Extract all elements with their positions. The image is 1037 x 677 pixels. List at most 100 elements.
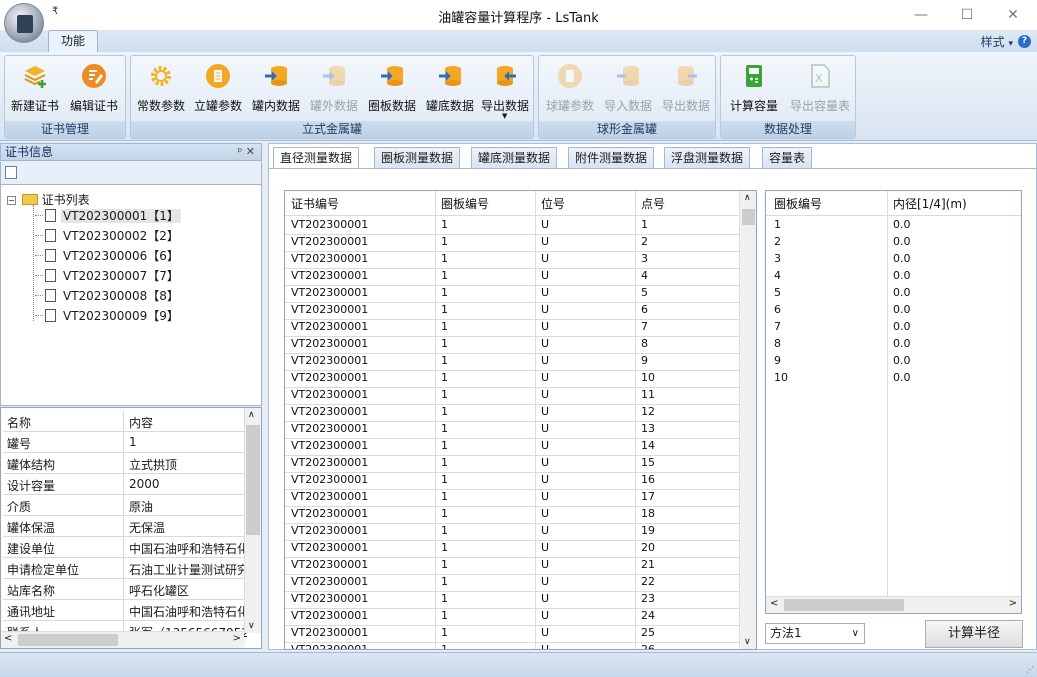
- tab-main-5[interactable]: 容量表: [762, 147, 813, 169]
- scroll-down-icon[interactable]: ∨: [248, 621, 255, 631]
- property-row[interactable]: 罐号 1: [3, 432, 246, 453]
- export-data-button[interactable]: 导出数据 ▼: [477, 60, 533, 120]
- grid1-cell: 24: [641, 609, 655, 622]
- inner-diameter-grid[interactable]: 圈板编号 内径[1/4](m) 1 0.0 2 0.0 3 0.0 4 0.0 5 0.0 6 0.0 7 0…: [765, 190, 1022, 614]
- tree-item-certificate[interactable]: VT202300001【1】: [35, 207, 181, 224]
- tree-item-certificate[interactable]: VT202300009【9】: [35, 307, 181, 324]
- sphere-export-button[interactable]: 导出数据: [657, 60, 715, 120]
- calculate-capacity-button[interactable]: 计算容量: [723, 60, 785, 120]
- scroll-right-icon[interactable]: >: [233, 633, 241, 644]
- scroll-thumb[interactable]: [246, 425, 260, 535]
- grid1-cell: 1: [441, 405, 448, 418]
- grid1-cell: VT202300001: [291, 286, 369, 299]
- scroll-up-icon[interactable]: ∧: [744, 193, 751, 203]
- tab-main-2[interactable]: 罐底测量数据: [471, 147, 558, 169]
- property-row[interactable]: 介质 原油: [3, 495, 246, 516]
- property-row[interactable]: 申请检定单位 石油工业计量测试研究: [3, 558, 247, 579]
- column-divider: [123, 516, 124, 536]
- grid1-vertical-scrollbar[interactable]: ∧ ∨: [739, 191, 756, 649]
- property-value: 呼石化罐区: [129, 584, 190, 598]
- export-capacity-table-button[interactable]: X 导出容量表: [785, 60, 855, 120]
- scroll-thumb[interactable]: [18, 634, 118, 646]
- grid1-cell: VT202300001: [291, 422, 369, 435]
- chevron-down-icon: ∨: [851, 628, 859, 639]
- sphere-import-button[interactable]: 导入数据: [599, 60, 657, 120]
- vertical-tank-params-button[interactable]: 立罐参数: [189, 60, 247, 120]
- property-row[interactable]: 设计容量 2000: [3, 474, 246, 495]
- property-name: 建设单位: [7, 542, 56, 556]
- property-horizontal-scrollbar[interactable]: < >: [1, 631, 244, 648]
- grid2-horizontal-scrollbar[interactable]: < >: [766, 596, 1021, 613]
- property-row[interactable]: 罐体保温 无保温: [3, 516, 246, 537]
- tree-item-certificate[interactable]: VT202300008【8】: [35, 287, 181, 304]
- property-name: 介质: [7, 500, 32, 514]
- scroll-down-icon[interactable]: ∨: [744, 637, 751, 647]
- left-toolbar: [0, 162, 262, 184]
- property-row[interactable]: 罐体结构 立式拱顶: [3, 453, 246, 474]
- property-row[interactable]: 建设单位 中国石油呼和浩特石化: [3, 537, 247, 558]
- resize-grip-icon[interactable]: ⋰: [1026, 665, 1034, 674]
- scroll-thumb[interactable]: [742, 209, 755, 225]
- method-select[interactable]: 方法1 ∨: [765, 623, 865, 644]
- tree-connector: [35, 255, 43, 256]
- help-icon[interactable]: ?: [1018, 35, 1031, 48]
- grid2-cell: 5: [774, 286, 781, 299]
- minimize-button[interactable]: —: [906, 4, 936, 26]
- grid1-cell: U: [541, 371, 550, 384]
- group-certificate-management: 新建证书 编辑证书 证书管理: [4, 55, 126, 139]
- tab-main-0[interactable]: 直径测量数据: [273, 147, 360, 169]
- ring-plate-data-button[interactable]: 圈板数据: [363, 60, 421, 120]
- property-row[interactable]: 站库名称 呼石化罐区: [3, 579, 246, 600]
- property-row[interactable]: 通讯地址 中国石油呼和浩特石化: [3, 600, 247, 621]
- maximize-button[interactable]: ☐: [952, 4, 982, 26]
- grid1-cell: U: [541, 320, 550, 333]
- grid1-cell: 1: [441, 337, 448, 350]
- grid1-cell: 21: [641, 558, 655, 571]
- tree-item-certificate[interactable]: VT202300002【2】: [35, 227, 181, 244]
- database-import-icon: [379, 63, 405, 89]
- tab-main-1[interactable]: 圈板测量数据: [374, 147, 461, 169]
- edit-certificate-button[interactable]: 编辑证书: [65, 60, 123, 120]
- grid2-cell: 0.0: [893, 286, 911, 299]
- tank-outer-data-label: 罐外数据: [309, 99, 358, 113]
- grid1-cell: 1: [441, 439, 448, 452]
- application-menu-button[interactable]: [4, 3, 44, 43]
- diameter-data-grid[interactable]: 证书编号 圈板编号 位号 点号 VT202300001 1 U 1 VT202300001 1 U 2…: [284, 190, 757, 650]
- tab-main-4[interactable]: 浮盘测量数据: [664, 147, 751, 169]
- ribbon-tab-row: [0, 30, 1037, 52]
- tree-item-certificate[interactable]: VT202300007【7】: [35, 267, 181, 284]
- property-value: 立式拱顶: [129, 458, 178, 472]
- tree-item-certificate[interactable]: VT202300006【6】: [35, 247, 181, 264]
- tab-main-3[interactable]: 附件测量数据: [568, 147, 655, 169]
- calculate-radius-button[interactable]: 计算半径: [925, 620, 1023, 648]
- grid1-cell: VT202300001: [291, 337, 369, 350]
- scroll-up-icon[interactable]: ∧: [248, 410, 255, 420]
- group-spherical-metal-tank: 球罐参数 导入数据 导出数据 球形金属罐: [538, 55, 716, 139]
- close-button[interactable]: ✕: [998, 4, 1028, 26]
- new-certificate-button[interactable]: 新建证书: [7, 60, 63, 120]
- property-name: 设计容量: [7, 479, 56, 493]
- scroll-thumb[interactable]: [784, 599, 904, 611]
- tree-root[interactable]: − 证书列表: [7, 191, 90, 208]
- scroll-left-icon[interactable]: <: [770, 598, 778, 609]
- sphere-import-label: 导入数据: [603, 99, 652, 113]
- sphere-params-button[interactable]: 球罐参数: [541, 60, 599, 120]
- column-divider: [123, 495, 124, 515]
- database-import-icon: [615, 63, 641, 89]
- grid1-cell: 22: [641, 575, 655, 588]
- pin-close-icons[interactable]: ᵖ ✕: [238, 144, 255, 160]
- scroll-right-icon[interactable]: >: [1009, 598, 1017, 609]
- constant-params-button[interactable]: 常数参数: [133, 60, 189, 120]
- tank-bottom-data-button[interactable]: 罐底数据: [421, 60, 479, 120]
- property-vertical-scrollbar[interactable]: ∧ ∨: [244, 408, 261, 633]
- property-header-row: 名称 内容: [3, 411, 246, 432]
- style-menu[interactable]: 样式 ▾: [981, 33, 1013, 50]
- scroll-left-icon[interactable]: <: [4, 633, 12, 644]
- tab-function[interactable]: 功能: [48, 30, 98, 52]
- grid2-cell: 0.0: [893, 320, 911, 333]
- tank-outer-data-button[interactable]: 罐外数据: [305, 60, 363, 120]
- tank-inner-data-button[interactable]: 罐内数据: [247, 60, 305, 120]
- property-value: 1: [129, 435, 137, 449]
- copy-icon[interactable]: [5, 166, 17, 179]
- collapse-icon[interactable]: −: [7, 196, 16, 205]
